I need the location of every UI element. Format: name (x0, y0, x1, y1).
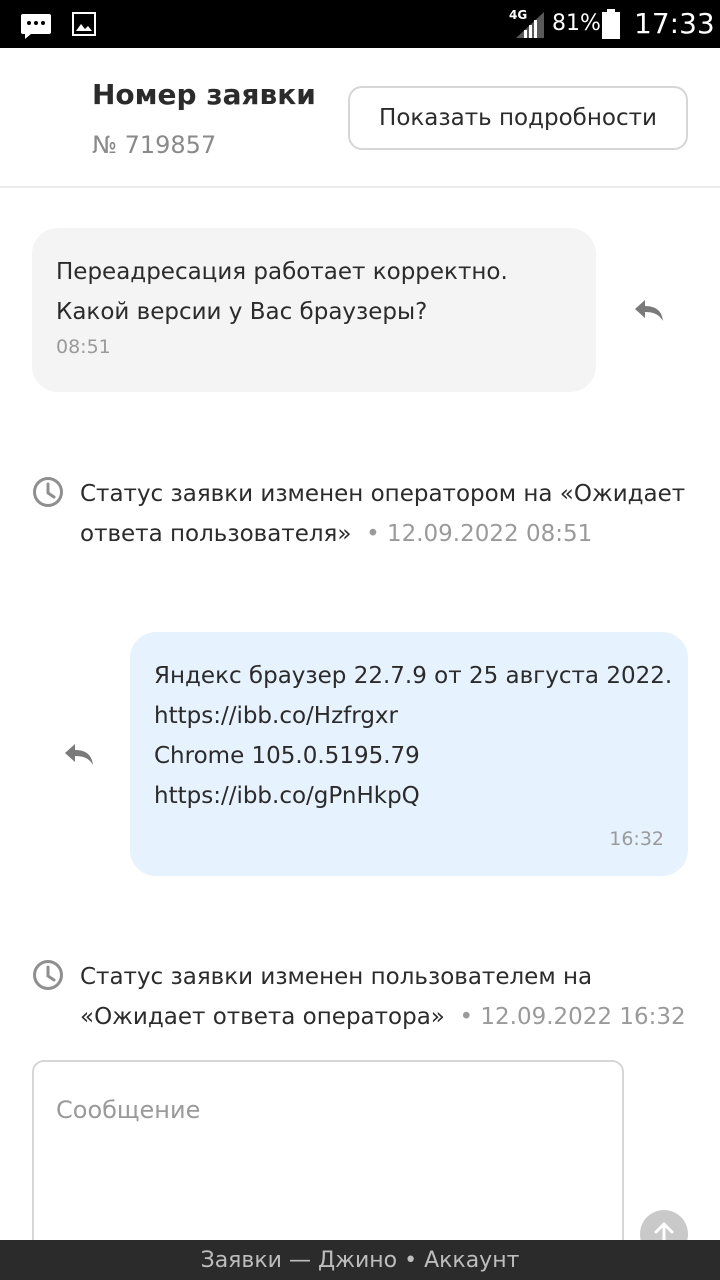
message-line: Какой версии у Вас браузеры? (56, 299, 428, 325)
status-change: Статус заявки изменен пользователем на «… (32, 957, 692, 1037)
status-change: Статус заявки изменен оператором на «Ожи… (32, 474, 692, 554)
status-bar: 4G 81% 17:33 (0, 0, 720, 48)
message-line: Chrome 105.0.5195.79 (154, 743, 420, 769)
outgoing-message: Яндекс браузер 22.7.9 от 25 августа 2022… (130, 632, 688, 876)
browser-bottom-bar: Заявки — Джино • Аккаунт (0, 1240, 720, 1280)
clock-time: 17:33 (634, 7, 715, 40)
clock-icon (32, 476, 64, 508)
status-text: «Ожидает ответа оператора» (80, 1004, 445, 1030)
ticket-header: Номер заявки № 719857 Показать подробнос… (0, 48, 720, 188)
reply-icon[interactable] (62, 740, 96, 770)
signal-icon (516, 12, 544, 42)
message-composer (32, 1060, 624, 1260)
incoming-message: Переадресация работает корректно. Какой … (32, 228, 596, 392)
battery-icon (602, 9, 620, 43)
clock-icon (32, 959, 64, 991)
image-icon (72, 12, 96, 40)
message-link[interactable]: https://ibb.co/gPnHkpQ (154, 776, 664, 816)
status-date: • 12.09.2022 08:51 (366, 521, 593, 547)
message-link[interactable]: https://ibb.co/Hzfrgxr (154, 696, 664, 736)
message-time: 08:51 (56, 336, 111, 358)
status-text: Статус заявки изменен оператором на «Ожи… (80, 481, 686, 507)
status-date: • 12.09.2022 16:32 (459, 1004, 686, 1030)
message-line: Переадресация работает корректно. (56, 259, 508, 285)
battery-percent: 81% (552, 11, 601, 36)
message-line: Яндекс браузер 22.7.9 от 25 августа 2022… (154, 663, 673, 689)
status-text: ответа пользователя» (80, 521, 352, 547)
message-input[interactable] (56, 1096, 596, 1236)
status-text: Статус заявки изменен пользователем на (80, 964, 593, 990)
message-time: 16:32 (609, 828, 664, 850)
reply-icon[interactable] (632, 296, 666, 326)
message-icon (20, 12, 52, 44)
show-details-button[interactable]: Показать подробности (348, 86, 688, 150)
page-url-title: Заявки — Джино • Аккаунт (200, 1247, 520, 1273)
ticket-number: № 719857 (92, 131, 217, 159)
page-title: Номер заявки (92, 78, 316, 111)
